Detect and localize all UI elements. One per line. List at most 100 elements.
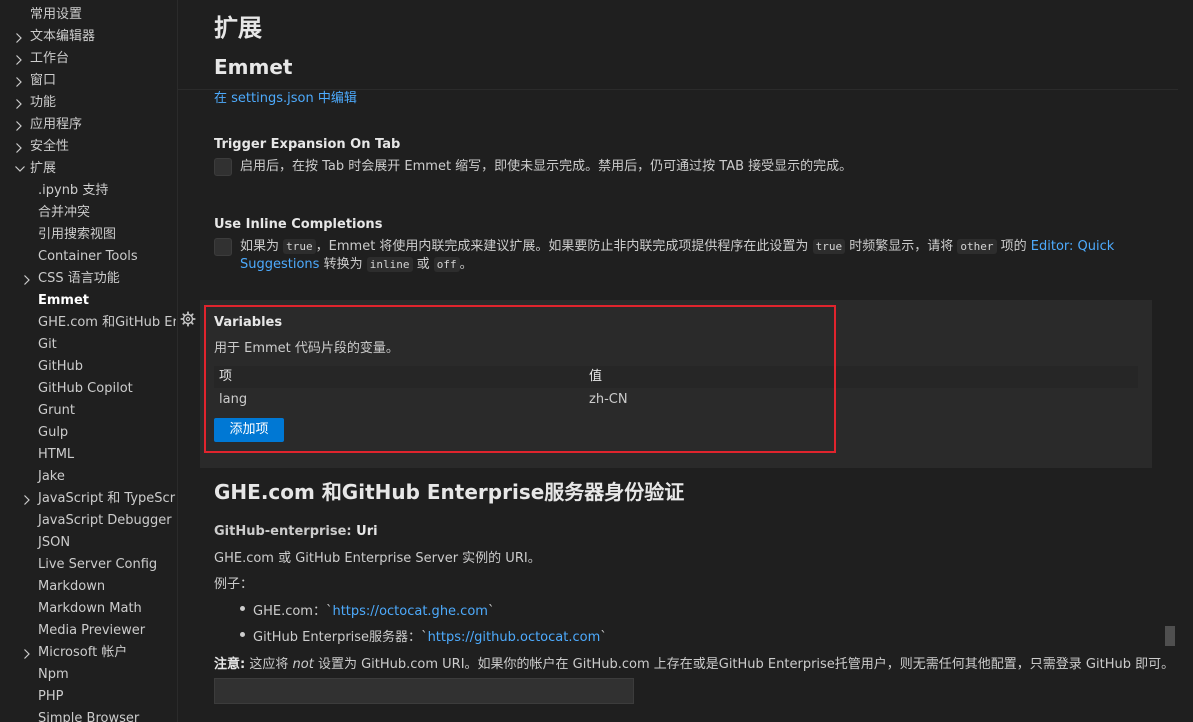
toc-item-label: Grunt: [38, 403, 75, 418]
toc-item[interactable]: 扩展: [0, 158, 176, 180]
bullet-marker: [240, 606, 245, 611]
settings-editor: 扩展 Emmet 在 settings.json 中编辑 Trigger Exp…: [178, 0, 1193, 722]
toc-item-label: Live Server Config: [38, 557, 158, 572]
toc-item[interactable]: 安全性: [0, 136, 176, 158]
ghe-section-title: GHE.com 和GitHub Enterprise服务器身份验证: [214, 480, 685, 504]
toc-item[interactable]: Jake: [0, 466, 176, 488]
toc-item-label: GitHub: [38, 359, 84, 374]
code-off: off: [433, 257, 460, 272]
toc-item[interactable]: Simple Browser: [0, 708, 176, 722]
column-header-value: 值: [589, 369, 603, 384]
toc-item[interactable]: Emmet: [0, 290, 176, 312]
inline-completions-description: 如果为 true ，Emmet 将使用内联完成来建议扩展。如果要防止非内联完成项提…: [240, 239, 1115, 272]
toc-item[interactable]: GitHub Copilot: [0, 378, 176, 400]
toc-item-label: Markdown: [38, 579, 106, 594]
toc-item[interactable]: .ipynb 支持: [0, 180, 176, 202]
inline-completions-checkbox[interactable]: [214, 238, 232, 256]
toc-item-label: GHE.com 和GitHub En...: [38, 315, 176, 330]
toc-item[interactable]: Npm: [0, 664, 176, 686]
toc-item[interactable]: 文本编辑器: [0, 26, 176, 48]
toc-item-label: .ipynb 支持: [38, 183, 109, 198]
ghe-example-label: 例子：: [214, 577, 254, 592]
toc-item[interactable]: JavaScript Debugger: [0, 510, 176, 532]
toc-item-label: 功能: [30, 95, 57, 110]
chevron-right-icon[interactable]: [14, 48, 26, 70]
subsection-title: Emmet: [214, 55, 293, 79]
trigger-expansion-checkbox[interactable]: [214, 158, 232, 176]
toc-item[interactable]: GitHub: [0, 356, 176, 378]
toc-item-label: 文本编辑器: [30, 29, 96, 44]
chevron-right-icon[interactable]: [22, 642, 34, 664]
toc-item[interactable]: Media Previewer: [0, 620, 176, 642]
toc-item-label: Gulp: [38, 425, 69, 440]
settings-toc: 常用设置文本编辑器工作台窗口功能应用程序安全性扩展 .ipynb 支持合并冲突引用…: [0, 0, 178, 722]
toc-item-label: Container Tools: [38, 249, 138, 264]
chevron-right-icon[interactable]: [14, 70, 26, 92]
toc-item[interactable]: 合并冲突: [0, 202, 176, 224]
variables-title: Variables: [214, 315, 283, 330]
toc-item[interactable]: 窗口: [0, 70, 176, 92]
octocat-ghe-link[interactable]: https://octocat.ghe.com: [332, 604, 487, 619]
ghe-example-2: GitHub Enterprise服务器：`https://github.oct…: [253, 630, 607, 645]
toc-item-label: Microsoft 帐户: [38, 645, 128, 660]
toc-item[interactable]: Gulp: [0, 422, 176, 444]
ghe-example-1: GHE.com：`https://octocat.ghe.com`: [253, 604, 495, 619]
chevron-right-icon[interactable]: [22, 268, 34, 290]
ghe-uri-input[interactable]: [214, 678, 634, 704]
toc-item[interactable]: Container Tools: [0, 246, 176, 268]
toc-item[interactable]: Markdown: [0, 576, 176, 598]
toc-item[interactable]: JavaScript 和 TypeScri...: [0, 488, 176, 510]
toc-item-label: 安全性: [30, 139, 70, 154]
add-item-button[interactable]: 添加项: [214, 418, 284, 442]
toc-item-label: JavaScript 和 TypeScri...: [38, 491, 176, 506]
toc-item[interactable]: Markdown Math: [0, 598, 176, 620]
ghe-note: 注意: 这应将 not 设置为 GitHub.com URI。如果你的帐户在 G…: [214, 657, 1175, 672]
bullet-marker: [240, 632, 245, 637]
toc-item[interactable]: 引用搜索视图: [0, 224, 176, 246]
toc-item[interactable]: CSS 语言功能: [0, 268, 176, 290]
chevron-right-icon[interactable]: [22, 488, 34, 510]
toc-item[interactable]: 工作台: [0, 48, 176, 70]
toc-item-label: Git: [38, 337, 57, 352]
code-true: true: [283, 239, 316, 254]
inline-completions-title: Use Inline Completions: [214, 217, 383, 232]
column-header-key: 项: [219, 369, 233, 384]
ghe-uri-setting-title: GitHub-enterprise: Uri: [214, 524, 378, 539]
chevron-right-icon[interactable]: [14, 114, 26, 136]
toc-item-label: 引用搜索视图: [38, 227, 117, 242]
toc-item-label: Media Previewer: [38, 623, 146, 638]
toc-item[interactable]: GHE.com 和GitHub En...: [0, 312, 176, 334]
gear-icon[interactable]: [180, 311, 196, 327]
toc-item[interactable]: 功能: [0, 92, 176, 114]
chevron-right-icon[interactable]: [14, 92, 26, 114]
toc-item[interactable]: 应用程序: [0, 114, 176, 136]
toc-item-label: Jake: [38, 469, 65, 484]
variable-key-cell[interactable]: lang: [219, 389, 247, 411]
toc-item-label: GitHub Copilot: [38, 381, 133, 396]
toc-item-label: Npm: [38, 667, 69, 682]
toc-item[interactable]: 常用设置: [0, 4, 176, 26]
variable-value-cell[interactable]: zh-CN: [589, 389, 628, 411]
ghe-uri-description: GHE.com 或 GitHub Enterprise Server 实例的 U…: [214, 551, 541, 566]
toc-item-label: Simple Browser: [38, 711, 140, 722]
toc-item-label: PHP: [38, 689, 64, 704]
github-octocat-link[interactable]: https://github.octocat.com: [428, 630, 601, 645]
toc-item-label: HTML: [38, 447, 75, 462]
toc-item-label: Markdown Math: [38, 601, 142, 616]
toc-item-label: CSS 语言功能: [38, 271, 120, 286]
variables-table-header: [214, 366, 1138, 388]
scrollbar-thumb[interactable]: [1165, 626, 1175, 646]
chevron-right-icon[interactable]: [14, 136, 26, 158]
toc-item[interactable]: PHP: [0, 686, 176, 708]
toc-item-label: JSON: [38, 535, 71, 550]
toc-item[interactable]: Microsoft 帐户: [0, 642, 176, 664]
toc-item[interactable]: Grunt: [0, 400, 176, 422]
toc-item[interactable]: HTML: [0, 444, 176, 466]
variables-description: 用于 Emmet 代码片段的变量。: [214, 341, 399, 356]
chevron-down-icon[interactable]: [14, 158, 26, 180]
toc-item[interactable]: Live Server Config: [0, 554, 176, 576]
chevron-right-icon[interactable]: [14, 26, 26, 48]
toc-item[interactable]: JSON: [0, 532, 176, 554]
toc-item-label: 窗口: [30, 73, 57, 88]
toc-item[interactable]: Git: [0, 334, 176, 356]
